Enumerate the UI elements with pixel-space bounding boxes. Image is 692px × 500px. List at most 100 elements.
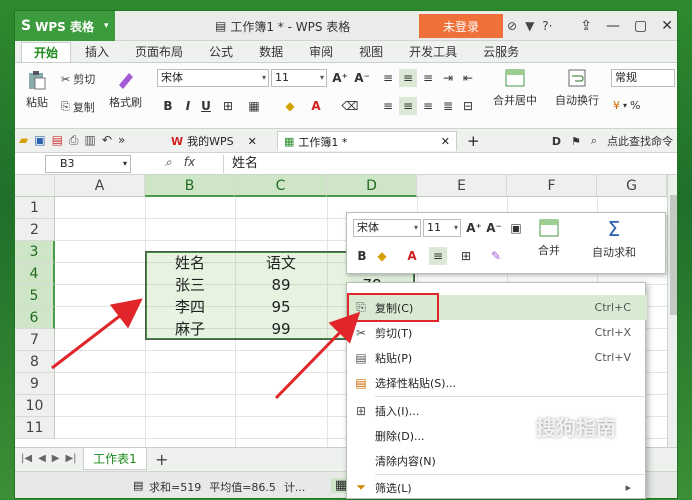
formula-input[interactable]: 姓名 [223, 155, 673, 173]
name-box[interactable]: B3 ▾ [45, 155, 131, 173]
prev-sheet-icon[interactable]: ◀ [38, 453, 46, 464]
shrink-font-icon[interactable]: A⁻ [485, 219, 503, 237]
app-menu-button[interactable]: S WPS 表格 ▾ [15, 11, 115, 41]
distribute-icon[interactable]: ⊟ [459, 97, 477, 115]
row-header-7[interactable]: 7 [15, 329, 55, 351]
tab-home[interactable]: 开始 [21, 42, 72, 62]
d-icon[interactable]: D [552, 135, 561, 148]
shirt-icon[interactable]: ▼ [525, 19, 534, 33]
mini-font-name-select[interactable]: 宋体 ▾ [353, 219, 421, 237]
grow-font-icon[interactable]: A⁺ [331, 69, 349, 87]
flag-icon[interactable]: ⚑ [571, 135, 581, 148]
row-header-10[interactable]: 10 [15, 395, 55, 417]
tab-formulas[interactable]: 公式 [197, 42, 245, 62]
cell-c5[interactable]: 95 [235, 296, 327, 318]
tab-view[interactable]: 视图 [347, 42, 395, 62]
share-icon[interactable]: ⇪ [580, 18, 592, 34]
align-right-icon[interactable]: ≡ [419, 97, 437, 115]
col-header-f[interactable]: F [507, 175, 597, 197]
grow-font-icon[interactable]: A⁺ [465, 219, 483, 237]
row-header-6[interactable]: 6 [15, 307, 55, 329]
underline-icon[interactable]: U [197, 97, 215, 115]
minimize-icon[interactable]: — [606, 18, 620, 34]
row-header-4[interactable]: 4 [15, 263, 55, 285]
format-cells-icon[interactable]: ▣ [507, 219, 525, 237]
open-folder-icon[interactable]: ▰ [19, 133, 28, 148]
sheet-tab-1[interactable]: 工作表1 [83, 448, 147, 470]
italic-icon[interactable]: I [179, 97, 197, 115]
row-header-9[interactable]: 9 [15, 373, 55, 395]
font-size-select[interactable]: 11 ▾ [271, 69, 327, 87]
border-icon[interactable]: ⊞ [219, 97, 237, 115]
first-sheet-icon[interactable]: |◀ [21, 453, 32, 464]
menu-item-filter[interactable]: ⏷ 筛选(L) ▸ [347, 475, 647, 500]
close-icon[interactable]: ✕ [661, 18, 673, 34]
col-header-e[interactable]: E [417, 175, 507, 197]
undo-icon[interactable]: ↶ [102, 133, 112, 148]
mini-merge-button[interactable]: 合并 [531, 217, 567, 258]
cell-c6[interactable]: 99 [235, 318, 327, 340]
close-icon[interactable]: ✕ [441, 135, 450, 148]
new-tab-button[interactable]: + [461, 131, 486, 151]
bold-icon[interactable]: B [353, 247, 371, 265]
row-header-11[interactable]: 11 [15, 417, 55, 439]
indent-icon[interactable]: ⇥ [439, 69, 457, 87]
border-icon[interactable]: ⊞ [457, 247, 475, 265]
cut-button[interactable]: ✂ 剪切 [61, 71, 95, 87]
font-color-icon[interactable]: A [307, 97, 325, 115]
align-center-icon[interactable]: ≡ [429, 247, 447, 265]
command-search[interactable]: 点此查找命令 [607, 133, 673, 149]
restore-icon[interactable]: ▢ [634, 18, 647, 34]
bold-icon[interactable]: B [159, 97, 177, 115]
last-sheet-icon[interactable]: ▶| [65, 453, 76, 464]
fill-color-icon[interactable]: ◆ [373, 247, 391, 265]
align-center-icon[interactable]: ≡ [399, 97, 417, 115]
col-header-a[interactable]: A [55, 175, 145, 197]
fill-color-icon[interactable]: ◆ [281, 97, 299, 115]
print-icon[interactable]: ⎙ [69, 133, 79, 148]
fill-border-icon[interactable]: ▦ [245, 97, 263, 115]
tab-cloud[interactable]: 云服务 [471, 42, 531, 62]
font-name-select[interactable]: 宋体 ▾ [157, 69, 269, 87]
autosum-button[interactable]: Σ 自动求和 [579, 217, 649, 260]
login-button[interactable]: 未登录 [419, 14, 503, 38]
search-icon[interactable]: ⌕ [591, 134, 597, 148]
cell-b4[interactable]: 张三 [145, 274, 235, 296]
align-middle-icon[interactable]: ≡ [399, 69, 417, 87]
cell-b5[interactable]: 李四 [145, 296, 235, 318]
col-header-c[interactable]: C [235, 175, 327, 197]
print-preview-icon[interactable]: ▥ [85, 133, 96, 148]
fx-button[interactable]: fx [184, 155, 195, 170]
cell-c3[interactable]: 语文 [235, 252, 327, 274]
tab-developer[interactable]: 开发工具 [397, 42, 469, 62]
document-tab[interactable]: ▦ 工作簿1 * ✕ [277, 131, 457, 151]
paste-button[interactable]: 粘贴 [21, 69, 53, 110]
cell-b6[interactable]: 麻子 [145, 318, 235, 340]
align-bottom-icon[interactable]: ≡ [419, 69, 437, 87]
export-pdf-icon[interactable]: ▤ [52, 133, 63, 148]
menu-item-paste-special[interactable]: ▤ 选择性粘贴(S)... [347, 370, 647, 395]
menu-item-cut[interactable]: ✂ 剪切(T) Ctrl+X [347, 320, 647, 345]
row-header-5[interactable]: 5 [15, 285, 55, 307]
help-icon[interactable]: ?· [542, 19, 552, 33]
select-all-corner[interactable] [15, 175, 55, 197]
tab-page-layout[interactable]: 页面布局 [123, 42, 195, 62]
col-header-g[interactable]: G [597, 175, 667, 197]
copy-button[interactable]: ⎘ 复制 [61, 99, 95, 115]
justify-icon[interactable]: ≣ [439, 97, 457, 115]
align-top-icon[interactable]: ≡ [379, 69, 397, 87]
currency-icon[interactable]: ¥ [613, 99, 620, 112]
zoom-icon[interactable]: ⌕ [165, 155, 172, 170]
cell-b3[interactable]: 姓名 [145, 252, 235, 274]
wrap-text-button[interactable]: 自动换行 [549, 67, 605, 108]
row-header-1[interactable]: 1 [15, 197, 55, 219]
clear-format-icon[interactable]: ⌫ [341, 97, 359, 115]
brush-icon[interactable]: ✎ [487, 247, 505, 265]
next-sheet-icon[interactable]: ▶ [52, 453, 60, 464]
font-color-icon[interactable]: A [403, 247, 421, 265]
align-left-icon[interactable]: ≡ [379, 97, 397, 115]
cell-c4[interactable]: 89 [235, 274, 327, 296]
col-header-d[interactable]: D [327, 175, 417, 197]
percent-button[interactable]: % [630, 99, 640, 112]
mini-font-size-select[interactable]: 11 ▾ [423, 219, 461, 237]
